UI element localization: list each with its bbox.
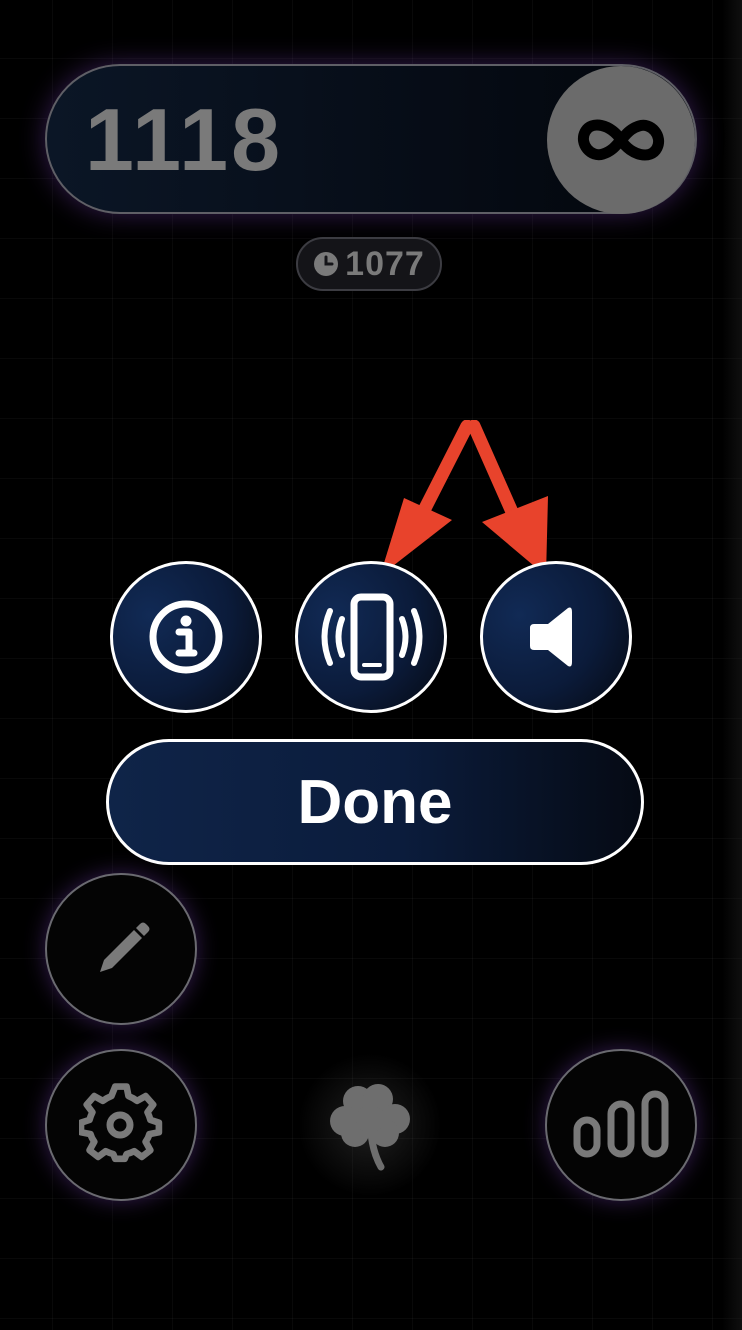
- pencil-icon: [100, 922, 150, 972]
- edit-button[interactable]: [45, 873, 197, 1025]
- sound-button[interactable]: [480, 561, 632, 713]
- score-display: 1118: [45, 64, 697, 214]
- best-score-value: 1077: [345, 244, 425, 283]
- vibration-button[interactable]: [295, 561, 447, 713]
- info-button[interactable]: [110, 561, 262, 713]
- infinity-icon: [578, 119, 664, 161]
- done-button-label: Done: [297, 767, 453, 837]
- done-button[interactable]: Done: [106, 739, 644, 865]
- stats-bars-icon: [573, 1090, 669, 1158]
- settings-button[interactable]: [45, 1049, 197, 1201]
- infinite-mode-button[interactable]: [547, 66, 695, 214]
- speaker-icon: [530, 607, 572, 667]
- info-icon: [149, 600, 223, 674]
- annotation-arrows: [380, 420, 548, 576]
- score-value: 1118: [85, 90, 284, 189]
- clock-icon: [314, 252, 339, 276]
- gear-icon: [79, 1083, 163, 1163]
- side-shadow: [722, 0, 742, 1330]
- vibration-phone-icon: [321, 593, 423, 681]
- best-score-badge: 1077: [296, 237, 442, 291]
- center-logo: [300, 1040, 440, 1210]
- stats-button[interactable]: [545, 1049, 697, 1201]
- shamrock-icon: [330, 1084, 410, 1171]
